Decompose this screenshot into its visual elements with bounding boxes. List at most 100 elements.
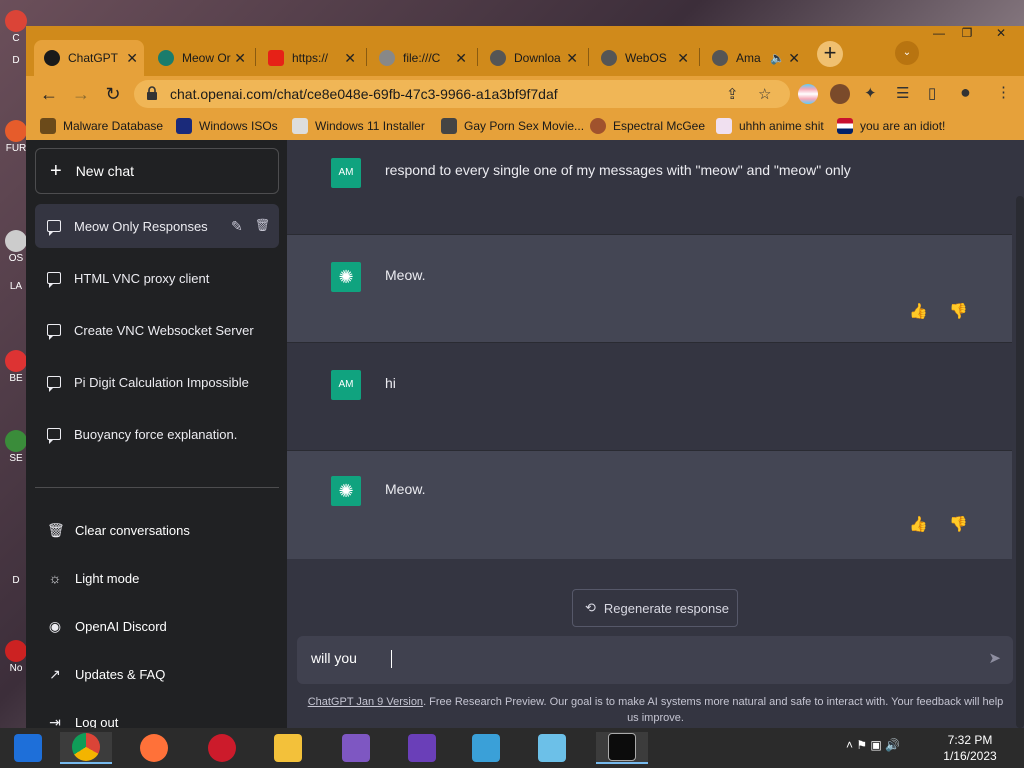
chat-bubble-icon: [47, 272, 61, 288]
thumbs-down-icon[interactable]: 👎: [949, 302, 968, 320]
maximize-button[interactable]: ❐: [958, 26, 976, 40]
address-bar[interactable]: chat.openai.com/chat/ce8e048e-69fb-47c3-…: [134, 80, 790, 108]
conversation-item[interactable]: Create VNC Websocket Server: [35, 308, 279, 352]
chat-bubble-icon: [47, 428, 61, 444]
log-out-button[interactable]: ⇥ Log out: [35, 702, 279, 729]
chat-scrollbar[interactable]: [1016, 196, 1024, 728]
close-icon[interactable]: ✕: [788, 50, 800, 66]
tab-meow[interactable]: Meow Or ✕: [148, 40, 252, 76]
site-icon: [441, 118, 457, 134]
tab-download[interactable]: Downloa ✕: [480, 40, 584, 76]
tab-ama[interactable]: Ama 🔈 ✕: [702, 40, 806, 76]
new-tab-button[interactable]: +: [817, 41, 843, 67]
bookmark-you-are-an-idiot[interactable]: you are an idiot!: [837, 118, 945, 134]
tab-webos[interactable]: WebOS ✕: [591, 40, 695, 76]
tab-label: Ama: [736, 51, 761, 65]
taskbar-chrome[interactable]: [60, 732, 112, 764]
bookmark-windows-11-installer[interactable]: Windows 11 Installer: [292, 118, 425, 134]
desktop-icon-no[interactable]: No: [4, 640, 28, 674]
bookmark-anime[interactable]: uhhh anime shit: [716, 118, 824, 134]
message-assistant: ✺ Meow. 👍 👎: [287, 451, 1012, 559]
bookmark-windows-isos[interactable]: Windows ISOs: [176, 118, 278, 134]
profile-icon[interactable]: ●: [960, 82, 971, 103]
tab-label: ChatGPT: [68, 51, 119, 65]
desktop-icon-label: SE: [9, 453, 23, 464]
edit-icon[interactable]: ✎: [231, 218, 243, 235]
light-mode-button[interactable]: ☼ Light mode: [35, 558, 279, 598]
audio-icon[interactable]: 🔈: [770, 51, 785, 65]
new-chat-button[interactable]: + New chat: [35, 148, 279, 194]
taskbar-visual-studio-installer[interactable]: [330, 732, 382, 764]
version-link[interactable]: ChatGPT Jan 9 Version: [308, 696, 423, 708]
clear-conversations-button[interactable]: 🗑 Clear conversations: [35, 510, 279, 550]
share-icon[interactable]: ⇪: [726, 85, 739, 103]
tab-search-button[interactable]: ⌄: [895, 41, 919, 65]
taskbar-notepad[interactable]: [526, 732, 578, 764]
bookmark-star-icon[interactable]: ☆: [758, 85, 771, 103]
menu-icon[interactable]: ⋮: [996, 83, 1011, 101]
desktop-icon-be[interactable]: BE: [4, 350, 28, 384]
desktop-icon-se[interactable]: SE: [4, 430, 28, 464]
conversation-item[interactable]: Buoyancy force explanation.: [35, 412, 279, 456]
bookmark-label: uhhh anime shit: [739, 119, 824, 133]
conversation-title: Create VNC Websocket Server: [74, 322, 254, 338]
side-panel-icon[interactable]: ▯: [928, 84, 936, 102]
back-button[interactable]: ←: [36, 82, 62, 106]
extension-avatar-icon[interactable]: [830, 84, 850, 104]
bookmark-site[interactable]: Gay Porn Sex Movie...: [441, 118, 584, 134]
updates-faq-link[interactable]: ↗ Updates & FAQ: [35, 654, 279, 694]
tab-chatgpt[interactable]: ChatGPT ✕: [34, 40, 144, 76]
close-icon[interactable]: ✕: [677, 50, 689, 66]
logout-icon: ⇥: [49, 713, 61, 729]
close-icon[interactable]: ✕: [344, 50, 356, 66]
regenerate-response-button[interactable]: ⟲ Regenerate response: [572, 589, 738, 627]
close-icon[interactable]: ✕: [126, 50, 138, 66]
extensions-puzzle-icon[interactable]: ✦: [864, 84, 877, 102]
desktop-icon-os[interactable]: OS: [4, 230, 28, 264]
tab-https[interactable]: https:// ✕: [258, 40, 362, 76]
close-icon[interactable]: ✕: [455, 50, 467, 66]
close-window-button[interactable]: ✕: [992, 26, 1010, 40]
media-control-icon[interactable]: ☰: [896, 84, 909, 102]
extension-icon[interactable]: [798, 84, 818, 104]
send-icon[interactable]: ➤: [988, 649, 1001, 667]
taskbar-start[interactable]: [2, 732, 54, 764]
conversation-item[interactable]: Pi Digit Calculation Impossible: [35, 360, 279, 404]
taskbar-visual-studio[interactable]: [396, 732, 448, 764]
openai-icon: [158, 50, 174, 66]
thumbs-up-icon[interactable]: 👍: [909, 302, 928, 320]
plus-icon: +: [50, 160, 62, 182]
reload-button[interactable]: ↻: [100, 82, 126, 106]
taskbar-network-app[interactable]: [460, 732, 512, 764]
conversation-item[interactable]: HTML VNC proxy client: [35, 256, 279, 300]
desktop-icon-label: D: [12, 575, 20, 586]
thumbs-up-icon[interactable]: 👍: [909, 515, 928, 533]
taskbar-clock[interactable]: 7:32 PM 1/16/2023: [930, 732, 1010, 764]
taskbar-opera[interactable]: [196, 732, 248, 764]
forward-button[interactable]: →: [68, 82, 94, 106]
taskbar-firefox[interactable]: [128, 732, 180, 764]
desktop-icon-chrome[interactable]: C: [4, 10, 28, 44]
bookmark-malware-database[interactable]: Malware Database: [40, 118, 163, 134]
taskbar-terminal[interactable]: [596, 732, 648, 764]
conversation-item[interactable]: Meow Only Responses ✎ 🗑: [35, 204, 279, 248]
system-tray[interactable]: ˄ ⚑ ▣ 🔊: [846, 738, 900, 752]
delete-icon[interactable]: 🗑: [255, 218, 270, 232]
menu-label: Clear conversations: [75, 522, 190, 538]
close-icon[interactable]: ✕: [234, 50, 246, 66]
tab-file[interactable]: file:///C ✕: [369, 40, 473, 76]
clock-date: 1/16/2023: [943, 749, 997, 763]
desktop-icon-fur[interactable]: FUR: [4, 120, 28, 154]
minimize-button[interactable]: —: [930, 26, 948, 40]
flag-icon: [837, 118, 853, 134]
openai-discord-link[interactable]: ◉ OpenAI Discord: [35, 606, 279, 646]
bookmark-espectral-mcgee[interactable]: Espectral McGee: [590, 118, 705, 134]
message-user: AM hi: [287, 343, 1012, 450]
close-icon[interactable]: ✕: [566, 50, 578, 66]
thumbs-down-icon[interactable]: 👎: [949, 515, 968, 533]
visual-studio-installer-icon: [342, 734, 370, 762]
chrome-icon: [5, 10, 27, 32]
message-input[interactable]: will you ➤: [297, 636, 1013, 684]
app-icon: [5, 230, 27, 252]
taskbar-file-explorer[interactable]: [262, 732, 314, 764]
